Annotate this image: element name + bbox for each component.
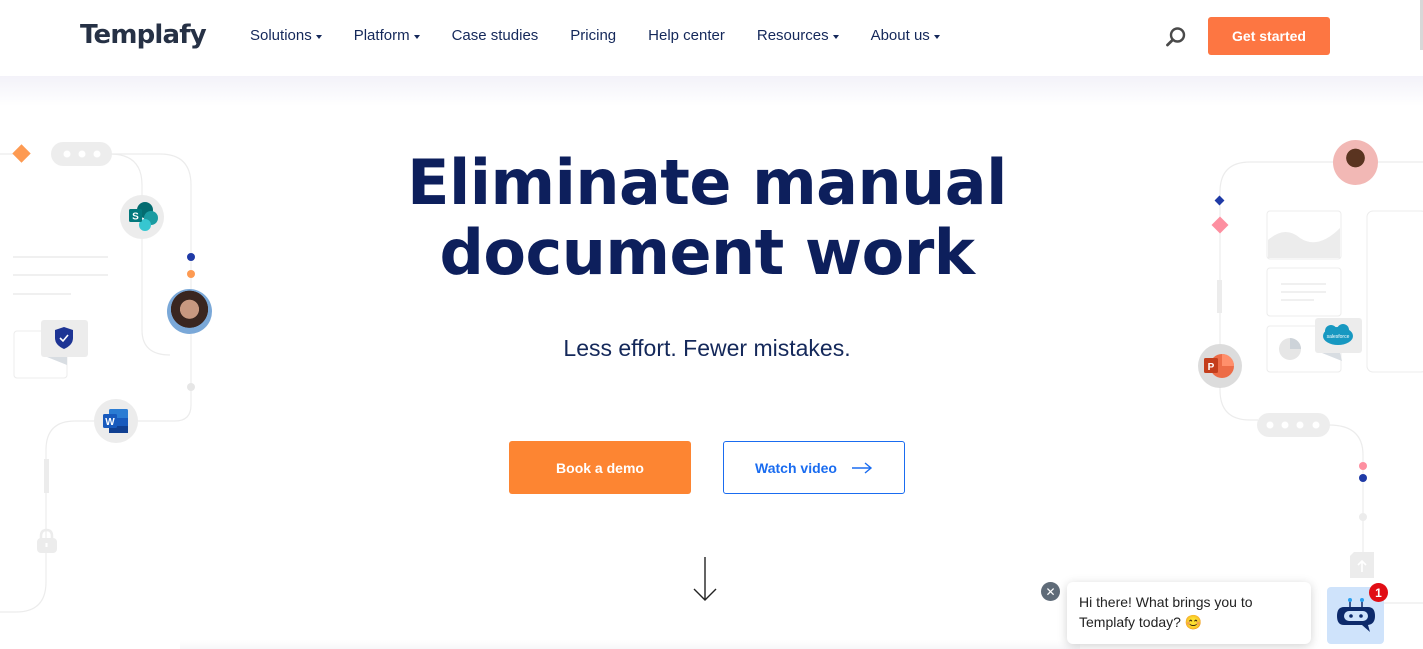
nav-pricing[interactable]: Pricing bbox=[570, 27, 616, 44]
caret-down-icon bbox=[413, 34, 420, 39]
arrow-down-icon bbox=[693, 557, 717, 601]
hero-subtitle: Less effort. Fewer mistakes. bbox=[563, 335, 851, 361]
watch-video-label: Watch video bbox=[755, 459, 837, 476]
nav-platform[interactable]: Platform bbox=[354, 27, 420, 44]
nav-resources[interactable]: Resources bbox=[757, 27, 839, 44]
site-header: Templafy Solutions Platform Case studies… bbox=[0, 0, 1423, 76]
upload-icon bbox=[1350, 552, 1374, 578]
hero-title-line1: Eliminate manual bbox=[407, 146, 1007, 219]
nav-help-center[interactable]: Help center bbox=[648, 27, 725, 44]
svg-text:P: P bbox=[1208, 362, 1215, 373]
caret-down-icon bbox=[832, 34, 839, 39]
header-shadow bbox=[0, 76, 1423, 106]
word-icon: W bbox=[94, 399, 138, 443]
chatbot-icon bbox=[1336, 597, 1375, 632]
book-demo-button[interactable]: Book a demo bbox=[509, 441, 691, 494]
scroll-down-button[interactable] bbox=[692, 556, 718, 602]
get-started-button[interactable]: Get started bbox=[1208, 17, 1330, 55]
main-nav: Solutions Platform Case studies Pricing … bbox=[250, 27, 972, 44]
templafy-logo[interactable]: Templafy bbox=[80, 20, 207, 50]
close-icon: ✕ bbox=[1045, 584, 1056, 599]
nav-case-studies[interactable]: Case studies bbox=[452, 27, 539, 44]
hero-title-line2: document work bbox=[439, 216, 975, 289]
notification-badge: 1 bbox=[1369, 583, 1388, 602]
watch-video-button[interactable]: Watch video bbox=[723, 441, 905, 494]
svg-text:W: W bbox=[105, 417, 115, 428]
caret-down-icon bbox=[933, 34, 940, 39]
avatar-woman bbox=[167, 289, 212, 334]
search-icon bbox=[1166, 27, 1186, 47]
nav-about-us[interactable]: About us bbox=[871, 27, 940, 44]
nav-solutions[interactable]: Solutions bbox=[250, 27, 322, 44]
hero-title: Eliminate manual document work bbox=[0, 148, 1414, 288]
chat-message-bubble[interactable]: Hi there! What brings you to Templafy to… bbox=[1067, 582, 1311, 644]
lock-icon bbox=[37, 528, 57, 553]
chat-close-button[interactable]: ✕ bbox=[1041, 582, 1060, 601]
caret-down-icon bbox=[315, 34, 322, 39]
arrow-right-icon bbox=[851, 461, 873, 474]
section-divider bbox=[180, 640, 1080, 649]
search-button[interactable] bbox=[1163, 24, 1189, 50]
